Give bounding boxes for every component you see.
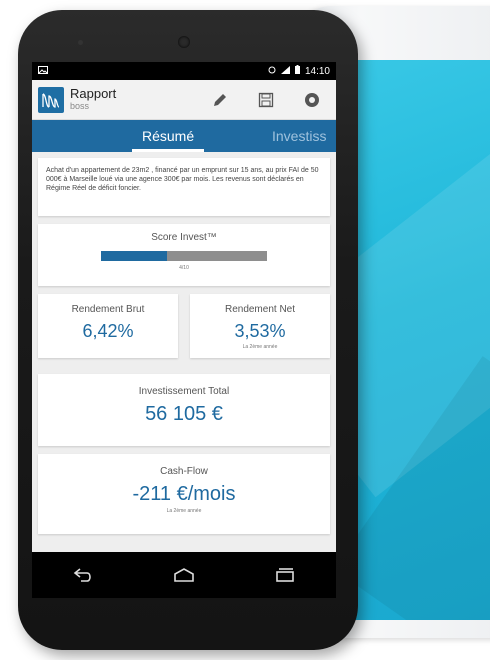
cash-flow-card: Cash-Flow -211 €/mois La 2ème année [38,454,330,534]
save-icon[interactable] [256,90,276,110]
image-notification-icon [38,66,268,76]
rendement-net-card: Rendement Net 3,53% La 2ème année [190,294,330,358]
settings-icon[interactable] [302,90,322,110]
investissement-total-label: Investissement Total [138,386,230,397]
recent-apps-icon[interactable] [270,563,300,587]
description-text: Achat d'un appartement de 23m2 , financé… [46,167,319,192]
report-subtitle: boss [70,100,90,111]
app-title: Rapport boss [70,85,117,112]
score-bar-fill [101,251,168,261]
report-title: Rapport [70,85,117,101]
navigation-bar [32,552,336,598]
summary-content[interactable]: Achat d'un appartement de 23m2 , financé… [32,152,336,548]
tab-investissement-label: Investiss [272,128,327,144]
app-logo[interactable] [38,86,64,113]
cash-flow-sub: La 2ème année [166,508,202,514]
score-value: 4/10 [179,265,189,271]
tab-resume[interactable]: Résumé [132,120,205,152]
status-bar: 14:10 [32,62,336,80]
active-tab-indicator [132,149,205,152]
rendement-brut-card: Rendement Brut 6,42% [38,294,178,358]
proximity-sensor [78,40,83,45]
cash-flow-value: -211 €/mois [132,483,236,505]
score-card: Score Invest™ 4/10 [38,224,330,286]
rendement-brut-label: Rendement Brut [71,304,145,315]
rendement-net-label: Rendement Net [224,304,296,315]
back-icon[interactable] [68,563,98,587]
status-time: 14:10 [304,65,330,77]
description-card: Achat d'un appartement de 23m2 , financé… [38,158,330,216]
battery-icon [294,65,300,77]
rendement-brut-value: 6,42% [82,321,134,341]
signal-icon [280,65,290,77]
tab-bar: Résumé Investiss [32,120,336,152]
tab-investissement[interactable]: Investiss [272,120,326,152]
rendement-net-sub: La 2ème année [242,344,278,350]
action-bar: Rapport boss [32,80,336,120]
tab-resume-label: Résumé [142,128,195,144]
edit-icon[interactable] [210,90,230,110]
front-camera [178,36,190,48]
score-label: Score Invest™ [151,232,217,243]
cash-flow-label: Cash-Flow [160,466,208,477]
phone-screen: 14:10 Rapport boss Résumé Investiss Acha… [32,62,336,552]
investissement-total-value: 56 105 € [145,403,223,425]
rendement-net-value: 3,53% [234,321,286,341]
score-bar [101,251,267,261]
alarm-icon [268,66,276,77]
home-icon[interactable] [169,563,199,587]
investissement-total-card: Investissement Total 56 105 € [38,374,330,446]
